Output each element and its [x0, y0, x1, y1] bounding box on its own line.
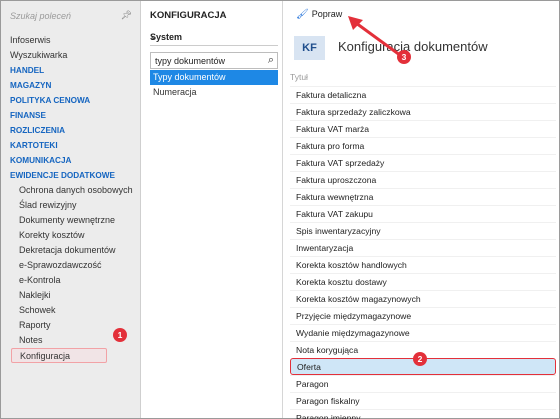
command-search[interactable]: Szukaj poleceń 📌︎	[1, 1, 140, 31]
sidebar-item-dekretacja-dokumentow[interactable]: Dekretacja dokumentów	[1, 243, 140, 258]
config-search-value: typy dokumentów	[155, 56, 226, 66]
popraw-label: Popraw	[311, 9, 343, 19]
config-item-numeracja[interactable]: Numeracja	[150, 85, 278, 100]
popraw-button[interactable]: 🖌︎ Popraw	[296, 9, 342, 20]
sidebar-item-korekty-kosztow[interactable]: Korekty kosztów	[1, 228, 140, 243]
step-badge-3: 3	[397, 50, 411, 64]
sidebar-item-magazyn[interactable]: MAGAZYN	[1, 78, 140, 93]
table-row[interactable]: Faktura VAT zakupu	[290, 205, 556, 222]
table-row[interactable]: Paragon fiskalny	[290, 392, 556, 409]
sidebar-item-slad-rewizyjny[interactable]: Ślad rewizyjny	[1, 198, 140, 213]
table-row[interactable]: Przyjęcie międzymagazynowe	[290, 307, 556, 324]
page-title: Konfiguracja dokumentów	[338, 39, 488, 54]
table-row[interactable]: Faktura VAT marża	[290, 120, 556, 137]
sidebar-item-wyszukiwarka[interactable]: Wyszukiwarka	[1, 48, 140, 63]
pin-icon[interactable]: 📌︎	[121, 10, 132, 21]
document-types-table: Faktura detaliczna Faktura sprzedaży zali…	[290, 86, 556, 419]
table-row[interactable]: Faktura sprzedaży zaliczkowa	[290, 103, 556, 120]
table-row[interactable]: Korekta kosztu dostawy	[290, 273, 556, 290]
sidebar-item-e-kontrola[interactable]: e-Kontrola	[1, 273, 140, 288]
sidebar: Szukaj poleceń 📌︎ Infoserwis Wyszukiwarka…	[1, 1, 141, 418]
table-row[interactable]: Faktura pro forma	[290, 137, 556, 154]
sidebar-item-kartoteki[interactable]: KARTOTEKI	[1, 138, 140, 153]
chevron-down-icon: ⌄	[150, 32, 157, 41]
sidebar-item-ochrona-danych-osobowych[interactable]: Ochrona danych osobowych	[1, 183, 140, 198]
sidebar-item-polityka-cenowa[interactable]: POLITYKA CENOWA	[1, 93, 140, 108]
panel-title: KONFIGURACJA	[150, 10, 227, 21]
toolbar: 🖌︎ Popraw	[284, 1, 559, 29]
table-row[interactable]: Korekta kosztów magazynowych	[290, 290, 556, 307]
sidebar-item-rozliczenia[interactable]: ROZLICZENIA	[1, 123, 140, 138]
table-row[interactable]: Faktura detaliczna	[290, 86, 556, 103]
table-row[interactable]: Faktura wewnętrzna	[290, 188, 556, 205]
table-row[interactable]: Paragon imienny	[290, 409, 556, 419]
sidebar-menu: Infoserwis Wyszukiwarka HANDEL MAGAZYN POLIT…	[1, 33, 140, 363]
table-row[interactable]: Faktura VAT sprzedaży	[290, 154, 556, 171]
search-icon[interactable]: ⌕	[268, 54, 274, 67]
sidebar-item-naklejki[interactable]: Naklejki	[1, 288, 140, 303]
module-badge: KF	[294, 36, 325, 60]
sidebar-item-e-sprawozdawczosc[interactable]: e-Sprawozdawczość	[1, 258, 140, 273]
table-row[interactable]: Wydanie międzymagazynowe	[290, 324, 556, 341]
table-row[interactable]: Inwentaryzacja	[290, 239, 556, 256]
sidebar-item-komunikacja[interactable]: KOMUNIKACJA	[1, 153, 140, 168]
step-badge-1: 1	[113, 328, 127, 342]
sidebar-item-finanse[interactable]: FINANSE	[1, 108, 140, 123]
sidebar-item-konfiguracja[interactable]: Konfiguracja	[11, 348, 107, 363]
table-row[interactable]: Spis inwentaryzacyjny	[290, 222, 556, 239]
command-search-placeholder: Szukaj poleceń	[10, 11, 72, 21]
sidebar-item-handel[interactable]: HANDEL	[1, 63, 140, 78]
config-tree: Typy dokumentów Numeracja	[150, 70, 278, 100]
table-row[interactable]: Faktura uproszczona	[290, 171, 556, 188]
sidebar-item-ewidencje-dodatkowe[interactable]: EWIDENCJE DODATKOWE	[1, 168, 140, 183]
sidebar-item-dokumenty-wewnetrzne[interactable]: Dokumenty wewnętrzne	[1, 213, 140, 228]
column-header-tytul[interactable]: Tytuł	[290, 72, 308, 82]
brush-icon: 🖌︎	[296, 9, 309, 20]
configuration-panel: KONFIGURACJA System ⌄ typy dokumentów ⌕ …	[142, 1, 283, 418]
sidebar-item-infoserwis[interactable]: Infoserwis	[1, 33, 140, 48]
step-badge-2: 2	[413, 352, 427, 366]
system-dropdown[interactable]: System ⌄	[150, 30, 278, 46]
table-row[interactable]: Korekta kosztów handlowych	[290, 256, 556, 273]
table-row[interactable]: Paragon	[290, 375, 556, 392]
sidebar-item-schowek[interactable]: Schowek	[1, 303, 140, 318]
config-item-typy-dokumentow[interactable]: Typy dokumentów	[150, 70, 278, 85]
config-search-input[interactable]: typy dokumentów ⌕	[150, 52, 278, 69]
